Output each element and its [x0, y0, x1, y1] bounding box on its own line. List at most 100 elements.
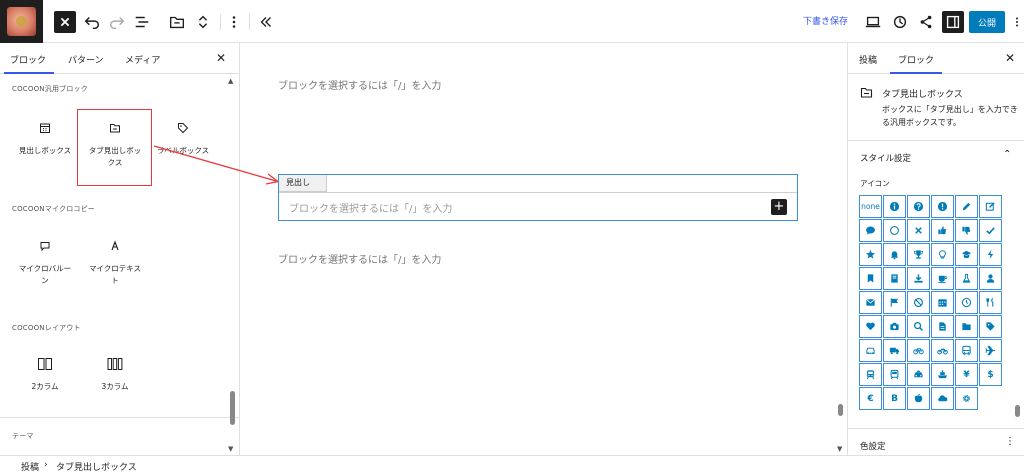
icon-option-file[interactable]	[931, 315, 954, 338]
icon-option-book[interactable]	[883, 267, 906, 290]
icon-option-edit[interactable]	[979, 195, 1002, 218]
block-item-heading-box[interactable]: 見出しボックス	[10, 121, 80, 157]
breadcrumb-item[interactable]: 投稿	[21, 460, 39, 473]
icon-option-bell[interactable]	[883, 243, 906, 266]
block-item-micro-text[interactable]: マイクロテキスト	[80, 239, 150, 287]
redo-button[interactable]	[106, 11, 128, 33]
icon-option-star[interactable]	[859, 243, 882, 266]
icon-option-user[interactable]	[979, 267, 1002, 290]
icon-option-comment[interactable]	[859, 219, 882, 242]
icon-option-train[interactable]	[859, 363, 882, 386]
scroll-down-arrow[interactable]: ▼	[837, 445, 842, 453]
icon-option-gear[interactable]	[955, 387, 978, 410]
close-inserter-button[interactable]	[54, 11, 76, 33]
scrollbar-thumb[interactable]	[838, 404, 843, 416]
icon-option-circle[interactable]	[883, 219, 906, 242]
icon-option-trophy[interactable]	[907, 243, 930, 266]
icon-option-subway[interactable]	[883, 363, 906, 386]
icon-option-ship[interactable]	[931, 363, 954, 386]
icon-option-tag[interactable]	[979, 315, 1002, 338]
icon-option-camera[interactable]	[883, 315, 906, 338]
icon-option-info[interactable]	[883, 195, 906, 218]
icon-option-cloud[interactable]	[931, 387, 954, 410]
icon-option-bookmark[interactable]	[859, 267, 882, 290]
preview-button[interactable]	[862, 11, 884, 33]
icon-option-download[interactable]	[907, 267, 930, 290]
tab-post[interactable]: 投稿	[859, 53, 877, 66]
save-draft-button[interactable]: 下書き保存	[803, 14, 848, 27]
tab-block[interactable]: ブロック	[898, 53, 934, 66]
block-placeholder[interactable]: ブロックを選択するには「/」を入力	[278, 77, 441, 92]
icon-option-graduation-cap[interactable]	[955, 243, 978, 266]
undo-button[interactable]	[81, 11, 103, 33]
icon-option-ban[interactable]	[907, 291, 930, 314]
scrollbar-thumb[interactable]	[230, 391, 235, 425]
tab-heading-box-block[interactable]: 見出し ブロックを選択するには「/」を入力 +	[278, 174, 798, 221]
icon-option-heart[interactable]	[859, 315, 882, 338]
document-overview-button[interactable]	[131, 11, 153, 33]
icon-option-taxi[interactable]	[907, 363, 930, 386]
scroll-up-arrow[interactable]: ▲	[228, 77, 233, 85]
icon-option-euro[interactable]: €	[859, 387, 882, 410]
share-button[interactable]	[915, 11, 937, 33]
icon-option-motorcycle[interactable]	[931, 339, 954, 362]
icon-option-yen[interactable]: ¥	[955, 363, 978, 386]
icon-option-thumbs-down[interactable]	[955, 219, 978, 242]
tab-media[interactable]: メディア	[125, 53, 160, 66]
block-item-three-columns[interactable]: 3カラム	[80, 357, 150, 393]
block-placeholder[interactable]: ブロックを選択するには「/」を入力	[278, 251, 441, 266]
block-item-two-columns[interactable]: 2カラム	[10, 357, 80, 393]
close-settings-icon[interactable]: ✕	[1005, 51, 1015, 65]
icon-option-folder[interactable]	[955, 315, 978, 338]
icon-option-check[interactable]	[979, 219, 1002, 242]
icon-option-plane[interactable]	[979, 339, 1002, 362]
breadcrumb-item[interactable]: タブ見出しボックス	[56, 460, 137, 473]
revisions-button[interactable]	[889, 11, 911, 33]
color-settings-title[interactable]: 色設定	[860, 440, 886, 452]
folder-icon	[170, 16, 184, 29]
heading-tab[interactable]: 見出し	[279, 175, 327, 192]
tab-patterns[interactable]: パターン	[68, 53, 104, 66]
icon-option-none[interactable]: none	[859, 195, 882, 218]
move-block-button[interactable]	[192, 11, 214, 33]
icon-option-bolt[interactable]	[979, 243, 1002, 266]
icon-option-flask[interactable]	[955, 267, 978, 290]
icon-option-bus[interactable]	[955, 339, 978, 362]
block-item-micro-balloon[interactable]: マイクロバルーン	[10, 239, 80, 287]
chevron-up-icon[interactable]: ⌃	[1003, 149, 1011, 160]
icon-option-flag[interactable]	[883, 291, 906, 314]
icon-option-bicycle[interactable]	[907, 339, 930, 362]
icon-option-car[interactable]	[859, 339, 882, 362]
icon-option-lightbulb[interactable]	[931, 243, 954, 266]
site-logo[interactable]	[0, 0, 43, 43]
icon-option-coffee[interactable]	[931, 267, 954, 290]
icon-option-pencil[interactable]	[955, 195, 978, 218]
collapse-toolbar-button[interactable]	[255, 11, 277, 33]
icon-option-calendar[interactable]	[931, 291, 954, 314]
scroll-down-arrow[interactable]: ▼	[228, 445, 233, 453]
icon-option-clock[interactable]	[955, 291, 978, 314]
icon-option-question[interactable]	[907, 195, 930, 218]
icon-option-apple[interactable]	[907, 387, 930, 410]
tab-blocks[interactable]: ブロック	[10, 53, 46, 66]
more-vertical-icon[interactable]: ⋮	[1005, 436, 1015, 447]
add-block-button[interactable]: +	[771, 199, 787, 215]
scrollbar-thumb[interactable]	[1015, 405, 1020, 417]
icon-option-search[interactable]	[907, 315, 930, 338]
icon-option-truck[interactable]	[883, 339, 906, 362]
block-type-button[interactable]	[166, 11, 188, 33]
block-options-button[interactable]	[223, 11, 245, 33]
icon-option-thumbs-up[interactable]	[931, 219, 954, 242]
options-button[interactable]	[1010, 11, 1024, 33]
icon-option-cutlery[interactable]	[979, 291, 1002, 314]
inner-block-placeholder[interactable]: ブロックを選択するには「/」を入力	[289, 200, 452, 215]
settings-toggle-button[interactable]	[942, 11, 964, 33]
close-inserter-icon[interactable]: ✕	[216, 51, 226, 65]
publish-button[interactable]: 公開	[969, 11, 1005, 33]
icon-option-dollar[interactable]: $	[979, 363, 1002, 386]
style-settings-title[interactable]: スタイル設定	[860, 152, 911, 164]
icon-option-bitcoin[interactable]: B	[883, 387, 906, 410]
icon-option-envelope[interactable]	[859, 291, 882, 314]
icon-option-exclamation[interactable]	[931, 195, 954, 218]
icon-option-close[interactable]	[907, 219, 930, 242]
